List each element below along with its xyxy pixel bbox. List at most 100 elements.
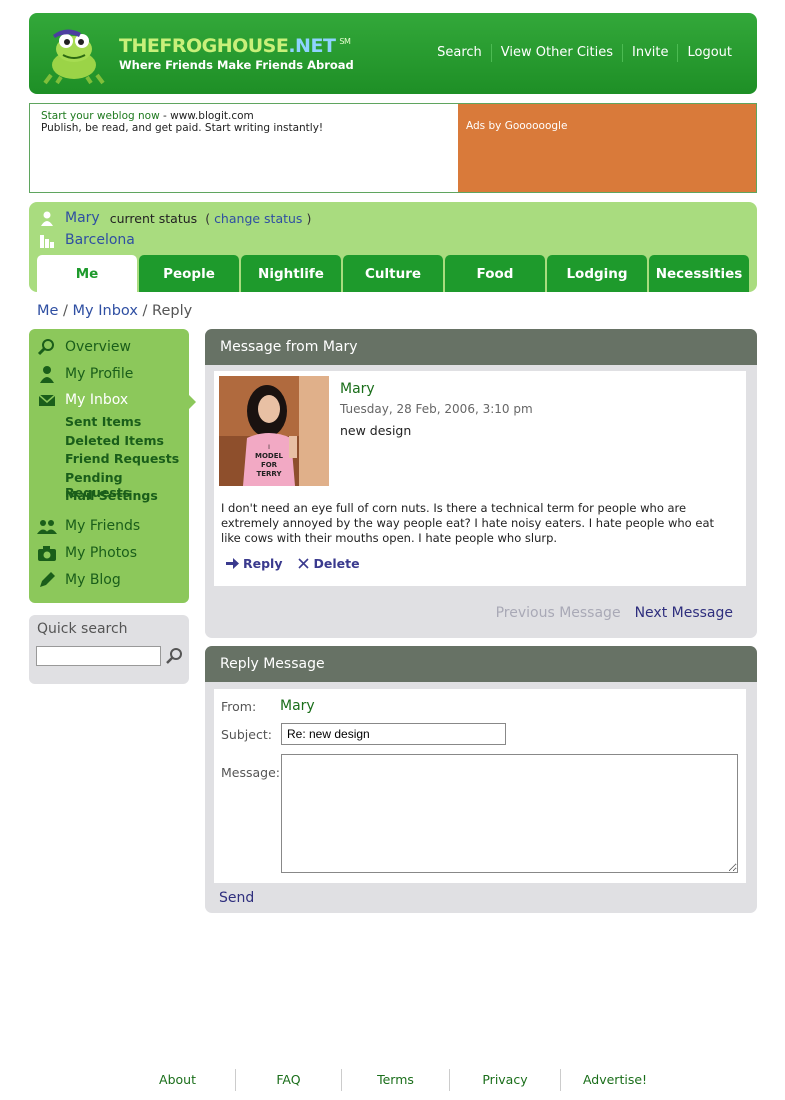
- sidebar-subitem-friend-requests[interactable]: Friend Requests: [65, 451, 189, 470]
- delete-button[interactable]: Delete: [298, 556, 360, 571]
- quick-search: Quick search: [29, 615, 189, 684]
- breadcrumb-inbox[interactable]: My Inbox: [73, 303, 138, 319]
- message-panel-title: Message from Mary: [205, 329, 757, 365]
- previous-message-link: Previous Message: [495, 605, 621, 621]
- pencil-icon: [40, 572, 55, 587]
- tab-me[interactable]: Me: [37, 255, 137, 292]
- reply-button[interactable]: Reply: [226, 556, 282, 571]
- sidebar-item-label: Overview: [65, 339, 131, 355]
- reply-panel-title: Reply Message: [205, 646, 757, 682]
- sidebar-item-inbox[interactable]: My Inbox: [37, 391, 128, 409]
- search-icon[interactable]: [165, 647, 183, 665]
- ad-panel: Ads by Goooooogle: [458, 104, 756, 192]
- subject-field[interactable]: [281, 723, 506, 745]
- sidebar-item-label: My Profile: [65, 366, 134, 382]
- breadcrumb-separator: /: [137, 303, 153, 319]
- frog-logo-icon[interactable]: [41, 25, 107, 85]
- active-item-arrow: [189, 395, 196, 409]
- sidebar-item-blog[interactable]: My Blog: [37, 571, 121, 589]
- footer-privacy-link[interactable]: Privacy: [450, 1069, 561, 1091]
- tab-necessities[interactable]: Necessities: [649, 255, 749, 292]
- sidebar-item-photos[interactable]: My Photos: [37, 544, 137, 562]
- ad-link[interactable]: Start your weblog now: [41, 110, 160, 122]
- person-icon: [40, 366, 54, 383]
- message-card: I MODEL FOR TERRY Mary Tuesday, 28 Feb, …: [214, 371, 746, 586]
- status-bar: Mary current status ( change status ) Ba…: [29, 202, 757, 292]
- sidebar-subitem-deleted[interactable]: Deleted Items: [65, 433, 189, 452]
- message-label: Message:: [221, 765, 280, 780]
- message-field[interactable]: [281, 754, 738, 873]
- message-subject: new design: [340, 423, 412, 438]
- close-icon: [298, 558, 310, 569]
- top-nav-invite[interactable]: Invite: [622, 44, 677, 62]
- tab-culture[interactable]: Culture: [343, 255, 443, 292]
- tab-lodging[interactable]: Lodging: [547, 255, 647, 292]
- tab-food[interactable]: Food: [445, 255, 545, 292]
- city-icon: [40, 235, 54, 248]
- footer-about-link[interactable]: About: [120, 1069, 236, 1091]
- sidebar: Overview My Profile My Inbox Sent Items …: [29, 329, 196, 603]
- site-title[interactable]: THEFROGHOUSE.NET SM: [119, 35, 351, 57]
- message-sender[interactable]: Mary: [340, 381, 375, 397]
- change-status-link[interactable]: change status: [214, 211, 302, 226]
- sidebar-item-label: My Friends: [65, 518, 141, 534]
- top-nav-search[interactable]: Search: [428, 44, 491, 62]
- ad-text: Start your weblog now - www.blogit.com P…: [30, 104, 458, 192]
- message-actions: Reply Delete: [226, 556, 376, 571]
- tab-people[interactable]: People: [139, 255, 239, 292]
- shirt-text-line: I: [268, 444, 270, 451]
- city-row: Barcelona: [39, 232, 135, 248]
- category-tabs: Me People Nightlife Culture Food Lodging…: [37, 255, 751, 292]
- arrow-right-icon: [226, 558, 239, 569]
- message-body: I don't need an eye full of corn nuts. I…: [221, 501, 715, 545]
- user-icon: [41, 211, 53, 226]
- breadcrumb-me[interactable]: Me: [37, 303, 58, 319]
- sidebar-item-overview[interactable]: Overview: [37, 338, 131, 356]
- send-button[interactable]: Send: [219, 890, 254, 906]
- site-tagline: Where Friends Make Friends Abroad: [119, 58, 354, 72]
- top-nav-logout[interactable]: Logout: [677, 44, 741, 62]
- site-title-main: THEFROGHOUSE: [119, 35, 289, 57]
- shirt-text-line: FOR: [261, 461, 278, 469]
- from-value: Mary: [280, 698, 315, 714]
- site-header: THEFROGHOUSE.NET SM Where Friends Make Fr…: [29, 13, 757, 94]
- footer: About FAQ Terms Privacy Advertise!: [120, 1069, 669, 1091]
- inbox-subitems: Sent Items Deleted Items Friend Requests…: [65, 414, 189, 507]
- footer-faq-link[interactable]: FAQ: [236, 1069, 342, 1091]
- sidebar-item-friends[interactable]: My Friends: [37, 517, 140, 535]
- status-paren-close: ): [306, 210, 312, 226]
- quick-search-input[interactable]: [36, 646, 161, 666]
- footer-terms-link[interactable]: Terms: [342, 1069, 450, 1091]
- sidebar-subitem-pending-requests[interactable]: Pending Requests: [65, 470, 189, 500]
- user-name[interactable]: Mary: [65, 210, 100, 226]
- reply-label: Reply: [243, 556, 283, 571]
- footer-advertise-link[interactable]: Advertise!: [561, 1069, 669, 1091]
- delete-label: Delete: [313, 556, 360, 571]
- from-label: From:: [221, 699, 257, 714]
- magnifier-icon: [37, 339, 54, 356]
- shirt-text-line: MODEL: [255, 452, 284, 460]
- envelope-icon: [38, 394, 56, 406]
- sender-photo[interactable]: I MODEL FOR TERRY: [219, 376, 329, 486]
- message-pager: Previous Message Next Message: [496, 605, 733, 621]
- message-panel: Message from Mary I MODEL FOR TERRY Mary…: [205, 329, 757, 638]
- next-message-link[interactable]: Next Message: [635, 605, 733, 621]
- breadcrumb-current: Reply: [152, 303, 193, 319]
- tab-nightlife[interactable]: Nightlife: [241, 255, 341, 292]
- sidebar-subitem-mail-settings[interactable]: Mail Settings: [65, 488, 189, 507]
- city-name[interactable]: Barcelona: [65, 232, 135, 248]
- ads-by-link[interactable]: Ads by Goooooogle: [466, 120, 567, 132]
- subject-label: Subject:: [221, 727, 272, 742]
- reply-panel: Reply Message From: Mary Subject: Messag…: [205, 646, 757, 913]
- breadcrumb-separator: /: [58, 303, 73, 319]
- sidebar-item-label: My Blog: [65, 572, 121, 588]
- sidebar-subitem-sent[interactable]: Sent Items: [65, 414, 189, 433]
- top-nav-view-other-cities[interactable]: View Other Cities: [490, 44, 622, 62]
- quick-search-label: Quick search: [37, 621, 128, 637]
- sidebar-item-label: My Inbox: [65, 392, 129, 408]
- service-mark: SM: [339, 37, 351, 46]
- sidebar-item-profile[interactable]: My Profile: [37, 365, 133, 383]
- shirt-text-line: TERRY: [256, 470, 282, 478]
- message-date: Tuesday, 28 Feb, 2006, 3:10 pm: [340, 402, 533, 416]
- ad-banner: Start your weblog now - www.blogit.com P…: [29, 103, 757, 193]
